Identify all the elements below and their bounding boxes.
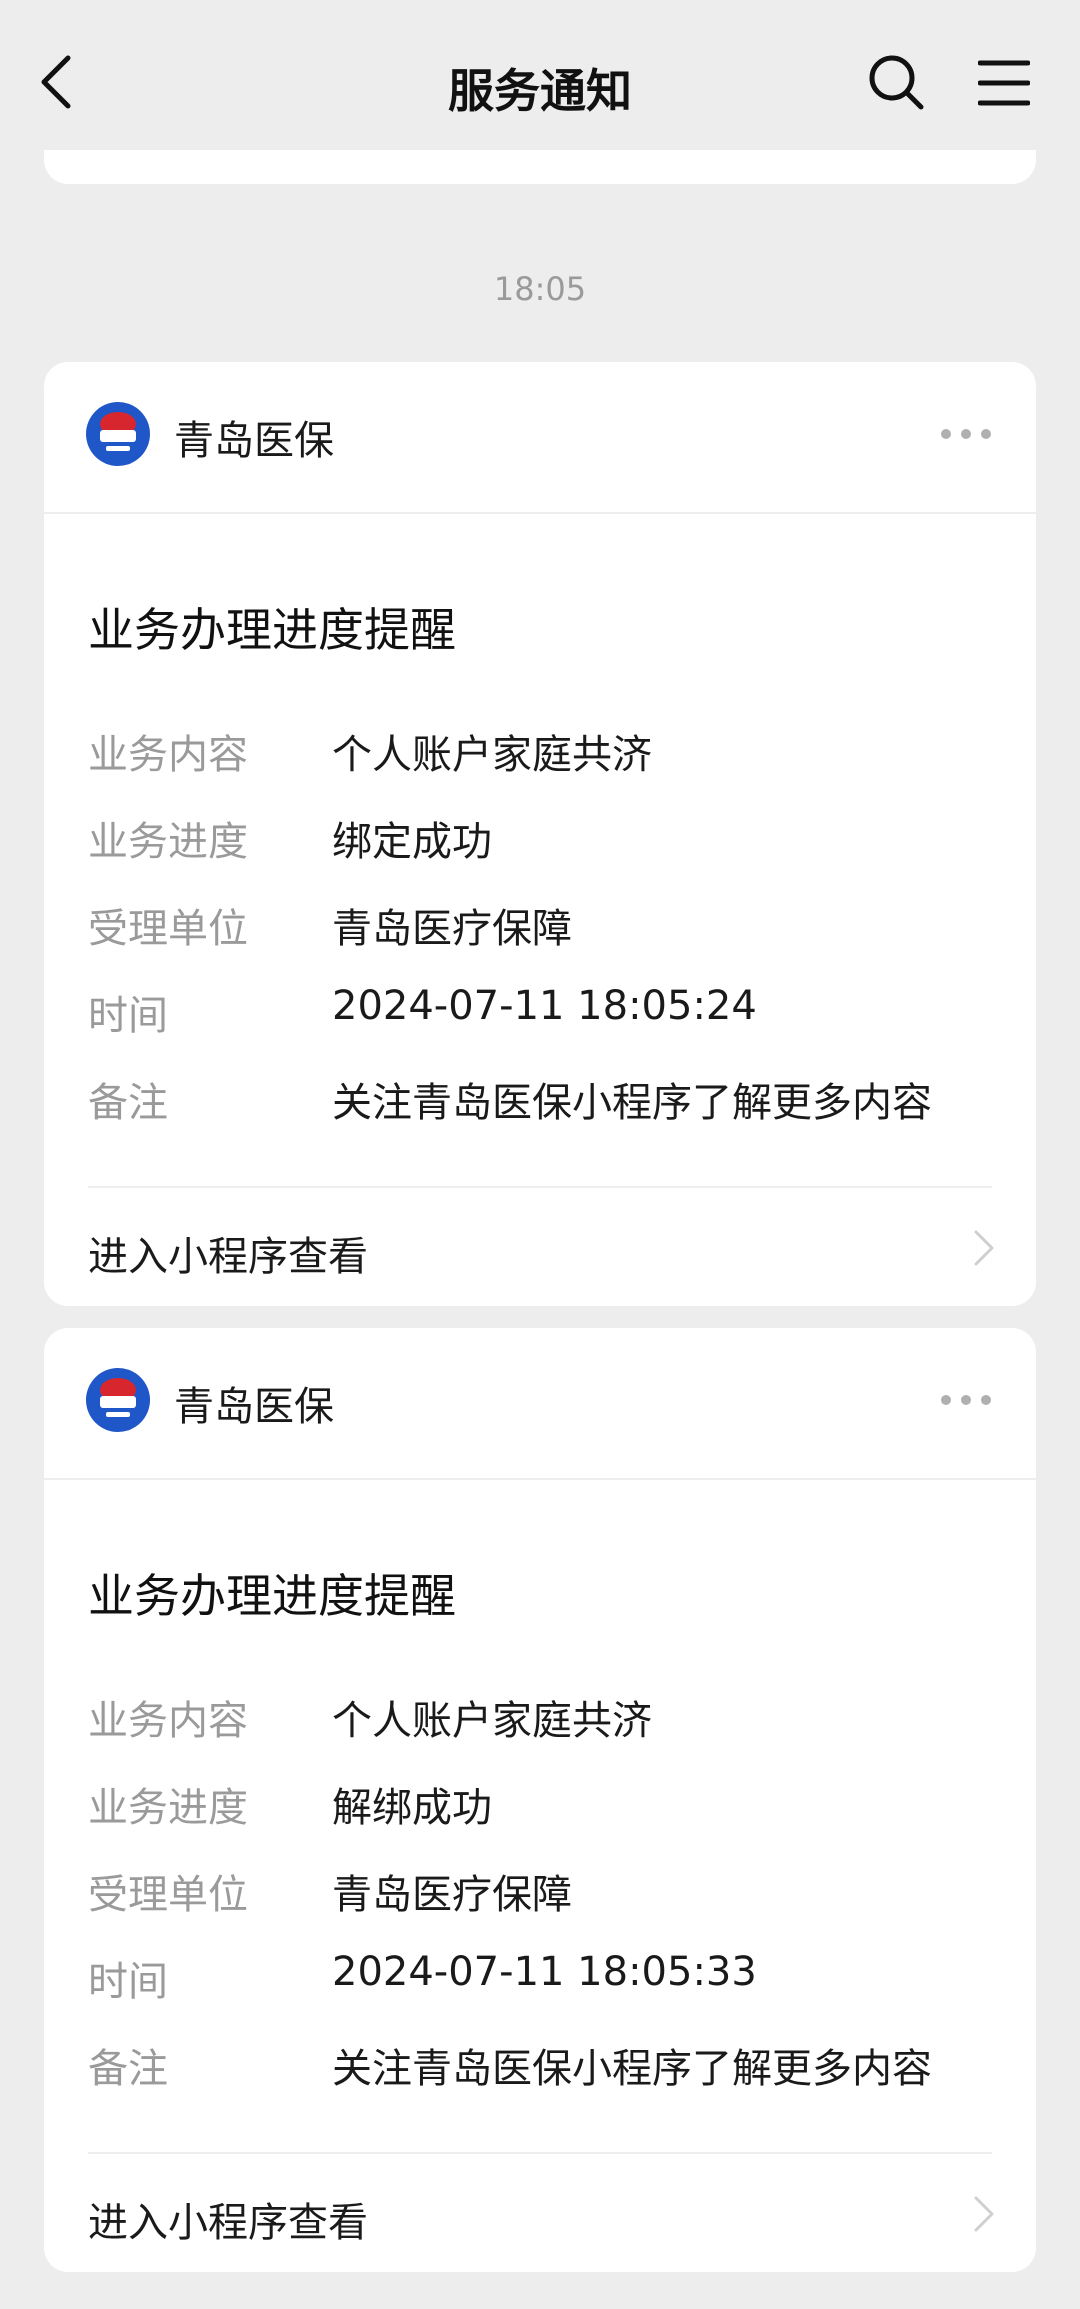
more-options-icon[interactable] <box>940 424 992 444</box>
card-header[interactable]: 青岛医保 <box>44 362 1036 514</box>
chevron-right-icon <box>974 1230 994 1266</box>
notification-card: 青岛医保 业务办理进度提醒 业务内容 个人账户家庭共济 业务进度 解绑成功 受理… <box>44 1328 1036 2272</box>
row-label: 业务内容 <box>88 732 248 778</box>
divider <box>88 1186 992 1188</box>
qingdao-medical-insurance-logo-icon <box>86 1368 150 1432</box>
row-value: 青岛医疗保障 <box>332 906 572 952</box>
row-value: 2024-07-11 18:05:24 <box>332 983 757 1029</box>
open-mini-program-link[interactable]: 进入小程序查看 <box>88 1224 368 1282</box>
divider <box>88 2152 992 2154</box>
row-label: 业务进度 <box>88 1785 248 1831</box>
row-label: 时间 <box>88 1959 168 2005</box>
row-value: 关注青岛医保小程序了解更多内容 <box>332 2046 932 2092</box>
row-value: 解绑成功 <box>332 1785 492 1831</box>
sender-name: 青岛医保 <box>174 1384 334 1430</box>
more-options-icon[interactable] <box>940 1390 992 1410</box>
sender-name: 青岛医保 <box>174 418 334 464</box>
row-value: 绑定成功 <box>332 819 492 865</box>
search-icon[interactable] <box>866 52 926 112</box>
menu-icon[interactable] <box>978 58 1030 108</box>
chevron-right-icon <box>974 2196 994 2232</box>
row-label: 业务内容 <box>88 1698 248 1744</box>
row-value: 个人账户家庭共济 <box>332 732 652 778</box>
row-value: 青岛医疗保障 <box>332 1872 572 1918</box>
message-title: 业务办理进度提醒 <box>88 603 456 657</box>
message-title: 业务办理进度提醒 <box>88 1569 456 1623</box>
row-value: 2024-07-11 18:05:33 <box>332 1949 757 1995</box>
row-value: 关注青岛医保小程序了解更多内容 <box>332 1080 932 1126</box>
card-header[interactable]: 青岛医保 <box>44 1328 1036 1480</box>
message-timestamp: 18:05 <box>493 270 587 308</box>
notification-card: 青岛医保 业务办理进度提醒 业务内容 个人账户家庭共济 业务进度 绑定成功 受理… <box>44 362 1036 1306</box>
row-label: 受理单位 <box>88 1872 248 1918</box>
qingdao-medical-insurance-logo-icon <box>86 402 150 466</box>
row-label: 业务进度 <box>88 819 248 865</box>
row-label: 时间 <box>88 993 168 1039</box>
row-value: 个人账户家庭共济 <box>332 1698 652 1744</box>
open-mini-program-link[interactable]: 进入小程序查看 <box>88 2190 368 2248</box>
navigation-bar: 服务通知 <box>0 0 1080 150</box>
row-label: 备注 <box>88 2046 168 2092</box>
row-label: 备注 <box>88 1080 168 1126</box>
row-label: 受理单位 <box>88 906 248 952</box>
